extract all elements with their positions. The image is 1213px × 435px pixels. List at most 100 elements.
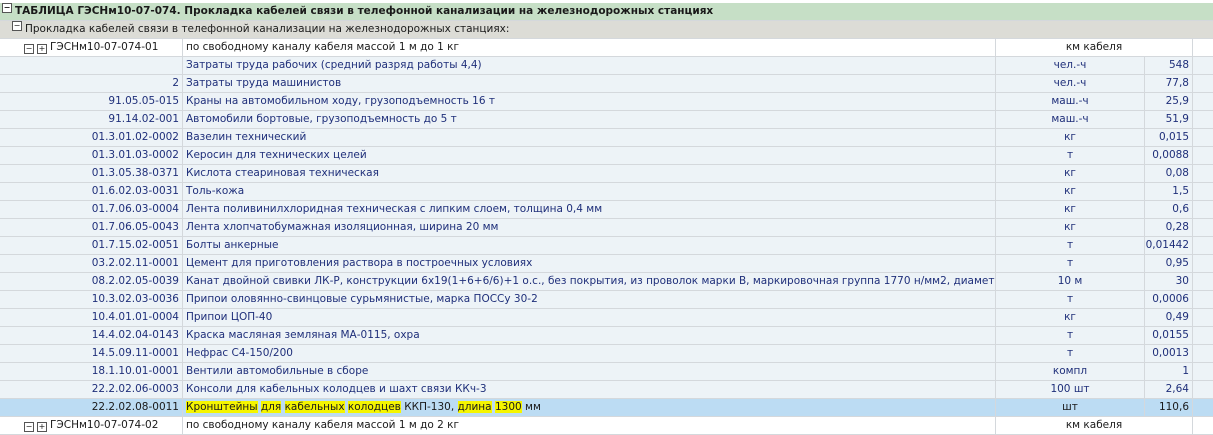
table-row[interactable]: 08.2.02.05-0039 Канат двойной свивки ЛК-Р… [0, 273, 1213, 291]
resource-value: 1,5 [1145, 183, 1193, 200]
table-row[interactable]: 01.3.05.38-0371 Кислота стеариновая техни… [0, 165, 1213, 183]
resource-code: 22.2.02.08-0011 [0, 399, 183, 416]
resource-value: 548 [1145, 57, 1193, 74]
table-row[interactable]: 01.7.15.02-0051 Болты анкерные т 0,01442 [0, 237, 1213, 255]
table-row[interactable]: Затраты труда рабочих (средний разряд ра… [0, 57, 1213, 75]
resource-code: 03.2.02.11-0001 [0, 255, 183, 272]
resource-name: Автомобили бортовые, грузоподъемность до… [183, 111, 996, 128]
resource-value: 0,49 [1145, 309, 1193, 326]
resource-name: Краны на автомобильном ходу, грузоподъем… [183, 93, 996, 110]
norm-code: ГЭСНм10-07-074-01 [50, 41, 159, 53]
norm-code-cell: − + ГЭСНм10-07-074-01 [0, 39, 183, 56]
resource-name: Канат двойной свивки ЛК-Р, конструкции 6… [183, 273, 996, 290]
resource-name: Нефрас С4-150/200 [183, 345, 996, 362]
table-title-row[interactable]: − ТАБЛИЦА ГЭСНм10-07-074. Прокладка кабел… [0, 3, 1213, 21]
norm-row[interactable]: − + ГЭСНм10-07-074-02 по свободному каналу… [0, 417, 1213, 435]
resource-code: 18.1.10.01-0001 [0, 363, 183, 380]
search-highlight: 1300 [494, 401, 522, 413]
filler [1193, 381, 1213, 398]
group-row[interactable]: − Прокладка кабелей связи в телефонной ка… [0, 21, 1213, 39]
resource-name: Консоли для кабельных колодцев и шахт св… [183, 381, 996, 398]
resource-value: 2,64 [1145, 381, 1193, 398]
table-title: ТАБЛИЦА ГЭСНм10-07-074. Прокладка кабеле… [15, 5, 714, 17]
table-row[interactable]: 18.1.10.01-0001 Вентили автомобильные в с… [0, 363, 1213, 381]
resource-unit: маш.-ч [996, 93, 1145, 110]
resource-unit: кг [996, 201, 1145, 218]
filler [1193, 147, 1213, 164]
resource-name: Кислота стеариновая техническая [183, 165, 996, 182]
resource-name: Толь-кожа [183, 183, 996, 200]
norm-unit: км кабеля [996, 417, 1193, 434]
collapse-icon[interactable]: − [24, 44, 34, 54]
filler [1193, 237, 1213, 254]
filler [1193, 255, 1213, 272]
resource-unit: кг [996, 183, 1145, 200]
filler [1193, 219, 1213, 236]
resource-name: Болты анкерные [183, 237, 996, 254]
table-row[interactable]: 01.7.06.03-0004 Лента поливинилхлоридная … [0, 201, 1213, 219]
expand-icon[interactable]: + [37, 44, 47, 54]
filler [1193, 309, 1213, 326]
norm-row[interactable]: − + ГЭСНм10-07-074-01 по свободному каналу… [0, 39, 1213, 57]
collapse-icon[interactable]: − [2, 3, 12, 13]
filler [1193, 345, 1213, 362]
resource-code: 01.3.05.38-0371 [0, 165, 183, 182]
resource-name: Затраты труда рабочих (средний разряд ра… [183, 57, 996, 74]
resource-unit: т [996, 255, 1145, 272]
resource-unit: т [996, 237, 1145, 254]
resource-code: 91.05.05-015 [0, 93, 183, 110]
filler [1193, 39, 1213, 56]
resource-code: 01.7.06.05-0043 [0, 219, 183, 236]
resource-unit: шт [996, 399, 1145, 416]
table-row[interactable]: 14.4.02.04-0143 Краска масляная земляная … [0, 327, 1213, 345]
table-row-selected[interactable]: 22.2.02.08-0011 Кронштейны для кабельных… [0, 399, 1213, 417]
resource-code [0, 57, 183, 74]
resource-value: 0,0006 [1145, 291, 1193, 308]
search-highlight: для [260, 401, 282, 413]
table-row[interactable]: 91.05.05-015 Краны на автомобильном ходу,… [0, 93, 1213, 111]
resource-unit: маш.-ч [996, 111, 1145, 128]
resource-value: 30 [1145, 273, 1193, 290]
table-row[interactable]: 01.7.06.05-0043 Лента хлопчатобумажная из… [0, 219, 1213, 237]
resource-unit: кг [996, 309, 1145, 326]
filler [1193, 129, 1213, 146]
resource-unit: 100 шт [996, 381, 1145, 398]
table-row[interactable]: 10.4.01.01-0004 Припои ЦОП-40 кг 0,49 [0, 309, 1213, 327]
table-row[interactable]: 01.3.01.03-0002 Керосин для технических ц… [0, 147, 1213, 165]
table-row[interactable]: 14.5.09.11-0001 Нефрас С4-150/200 т 0,0013 [0, 345, 1213, 363]
resource-name: Припои оловянно-свинцовые сурьмянистые, … [183, 291, 996, 308]
filler [1193, 165, 1213, 182]
filler [1193, 327, 1213, 344]
resource-code: 08.2.02.05-0039 [0, 273, 183, 290]
resource-value: 0,08 [1145, 165, 1193, 182]
resource-code: 10.3.02.03-0036 [0, 291, 183, 308]
resource-unit: т [996, 291, 1145, 308]
resource-code: 14.5.09.11-0001 [0, 345, 183, 362]
resource-code: 01.7.15.02-0051 [0, 237, 183, 254]
collapse-icon[interactable]: − [12, 21, 22, 31]
resource-value: 0,28 [1145, 219, 1193, 236]
resource-code: 2 [0, 75, 183, 92]
resource-code: 01.3.01.03-0002 [0, 147, 183, 164]
resource-code: 91.14.02-001 [0, 111, 183, 128]
table-row[interactable]: 10.3.02.03-0036 Припои оловянно-свинцовые… [0, 291, 1213, 309]
resource-code: 01.6.02.03-0031 [0, 183, 183, 200]
resource-value: 0,01442 [1145, 237, 1193, 254]
filler [1193, 399, 1213, 416]
norm-code-cell: − + ГЭСНм10-07-074-02 [0, 417, 183, 434]
resource-name: Цемент для приготовления раствора в пост… [183, 255, 996, 272]
filler [1193, 291, 1213, 308]
resource-unit: т [996, 327, 1145, 344]
table-row[interactable]: 22.2.02.06-0003 Консоли для кабельных кол… [0, 381, 1213, 399]
table-row[interactable]: 03.2.02.11-0001 Цемент для приготовления … [0, 255, 1213, 273]
resource-value: 77,8 [1145, 75, 1193, 92]
text-fragment: ККП-130, [400, 401, 458, 413]
group-title: Прокладка кабелей связи в телефонной кан… [25, 23, 510, 35]
resource-unit: чел.-ч [996, 57, 1145, 74]
table-row[interactable]: 01.3.01.02-0002 Вазелин технический кг 0,01… [0, 129, 1213, 147]
resource-unit: кг [996, 129, 1145, 146]
table-row[interactable]: 2 Затраты труда машинистов чел.-ч 77,8 [0, 75, 1213, 93]
resource-unit: кг [996, 219, 1145, 236]
table-row[interactable]: 91.14.02-001 Автомобили бортовые, грузопо… [0, 111, 1213, 129]
table-row[interactable]: 01.6.02.03-0031 Толь-кожа кг 1,5 [0, 183, 1213, 201]
